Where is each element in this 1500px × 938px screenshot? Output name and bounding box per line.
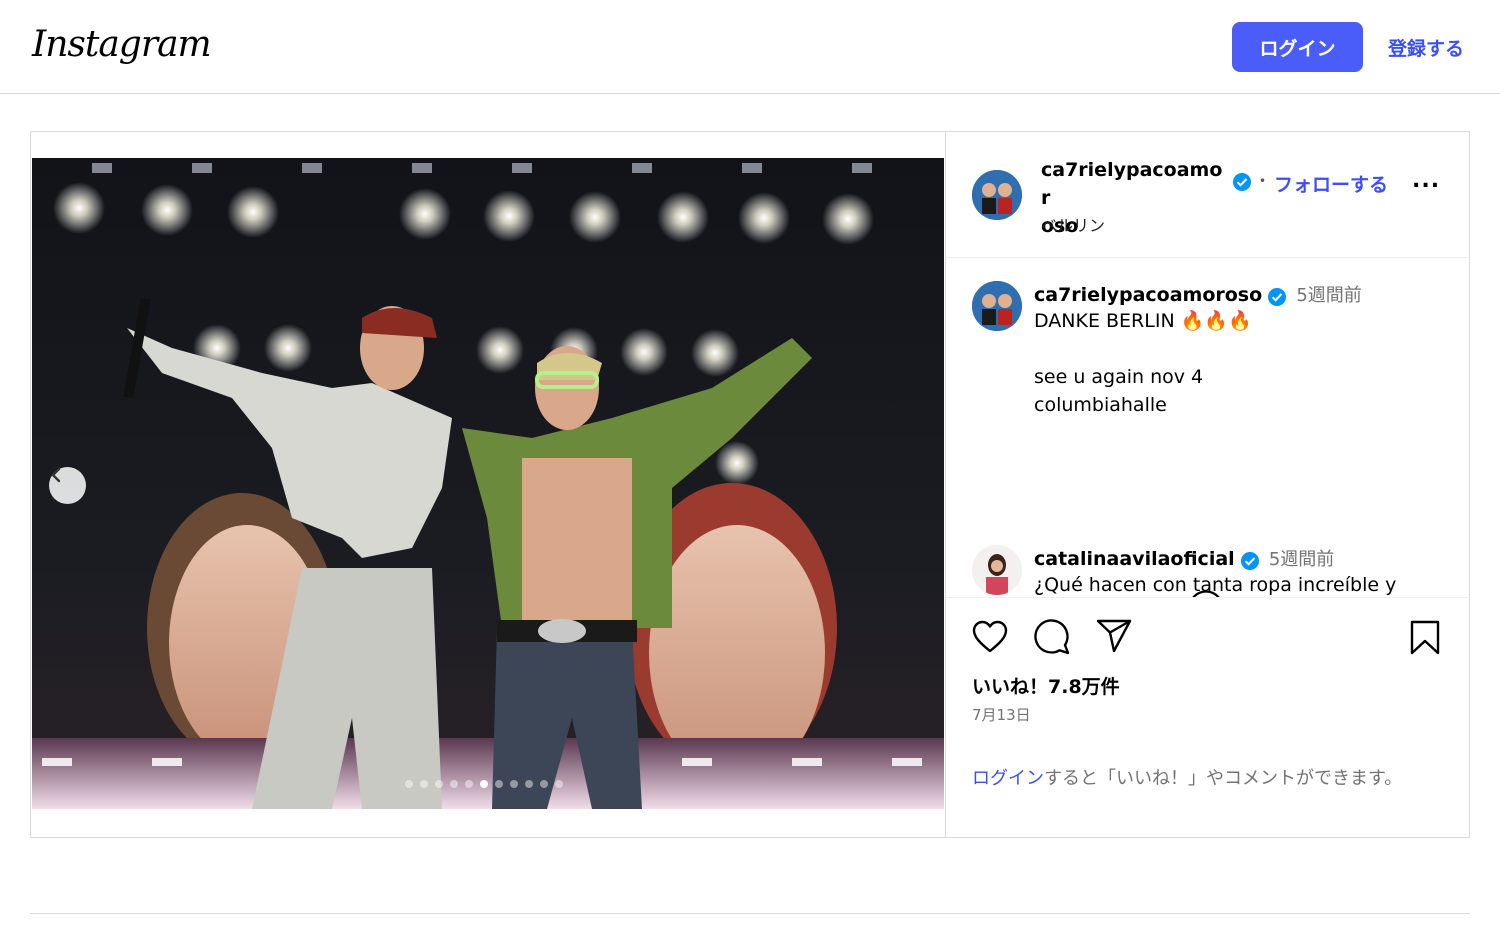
- carousel-dot: [405, 780, 413, 788]
- share-icon[interactable]: [1096, 619, 1132, 653]
- follow-button[interactable]: フォローする: [1274, 170, 1388, 197]
- carousel-dot: [450, 780, 458, 788]
- carousel-dot: [495, 780, 503, 788]
- author-avatar[interactable]: [972, 170, 1022, 220]
- caption-username[interactable]: ca7rielypacoamoroso: [1034, 284, 1262, 306]
- login-prompt: ログインすると「いいね！」やコメントができます。: [972, 764, 1432, 793]
- comment-username[interactable]: catalinaavilaoficial: [1034, 548, 1235, 570]
- bookmark-icon[interactable]: [1410, 620, 1440, 656]
- carousel-dot: [510, 780, 518, 788]
- caption-text: DANKE BERLIN 🔥🔥🔥 see u again nov 4 colum…: [1034, 310, 1252, 416]
- instagram-logo[interactable]: Instagram: [32, 24, 212, 65]
- verified-badge-icon: [1233, 173, 1251, 191]
- caption-time[interactable]: 5週間前: [1296, 285, 1361, 306]
- carousel-dot: [465, 780, 473, 788]
- like-count[interactable]: いいね！7.8万件: [972, 672, 1120, 699]
- chevron-left-icon: [51, 467, 61, 483]
- comment-icon[interactable]: [1034, 619, 1070, 655]
- post-sidebar: ca7rielypacoamor oso • フォローする ... ベルリン c…: [945, 132, 1471, 837]
- login-button[interactable]: ログイン: [1232, 22, 1363, 72]
- heart-icon[interactable]: [972, 620, 1008, 654]
- carousel-indicator: [405, 780, 563, 788]
- post-actions: いいね！7.8万件 7月13日 ログインすると「いいね！」やコメントができます。: [946, 597, 1471, 837]
- carousel-dot: [420, 780, 428, 788]
- post-container: ca7rielypacoamor oso • フォローする ... ベルリン c…: [30, 131, 1471, 838]
- signup-link[interactable]: 登録する: [1388, 34, 1464, 61]
- concert-photo: [32, 158, 944, 809]
- carousel-dot: [525, 780, 533, 788]
- login-prompt-link[interactable]: ログイン: [972, 768, 1044, 789]
- carousel-prev-button[interactable]: [49, 467, 86, 504]
- more-options-icon[interactable]: ...: [1412, 168, 1440, 193]
- carousel-dot: [435, 780, 443, 788]
- post-location[interactable]: ベルリン: [1041, 212, 1105, 236]
- top-navigation-bar: Instagram ログイン 登録する: [0, 0, 1500, 94]
- carousel-dot: [480, 780, 488, 788]
- comment-text: ¿Qué hacen con tanta ropa increíble y: [1034, 574, 1397, 596]
- carousel-dot: [555, 780, 563, 788]
- post-date[interactable]: 7月13日: [972, 704, 1031, 725]
- verified-badge-icon: [1268, 287, 1287, 306]
- login-prompt-text: すると「いいね！」やコメントができます。: [1044, 768, 1403, 789]
- post-media-photo[interactable]: [32, 158, 944, 809]
- footer-divider: [30, 913, 1470, 914]
- commenter-avatar[interactable]: [972, 545, 1022, 595]
- caption-author-avatar[interactable]: [972, 281, 1022, 331]
- post-header: ca7rielypacoamor oso • フォローする ... ベルリン: [946, 132, 1471, 258]
- separator-dot: •: [1259, 174, 1267, 188]
- comments-list[interactable]: ca7rielypacoamoroso 5週間前 DANKE BERLIN 🔥🔥…: [946, 259, 1471, 597]
- carousel-dot: [540, 780, 548, 788]
- verified-badge-icon: [1240, 551, 1259, 570]
- comment-time[interactable]: 5週間前: [1269, 549, 1334, 570]
